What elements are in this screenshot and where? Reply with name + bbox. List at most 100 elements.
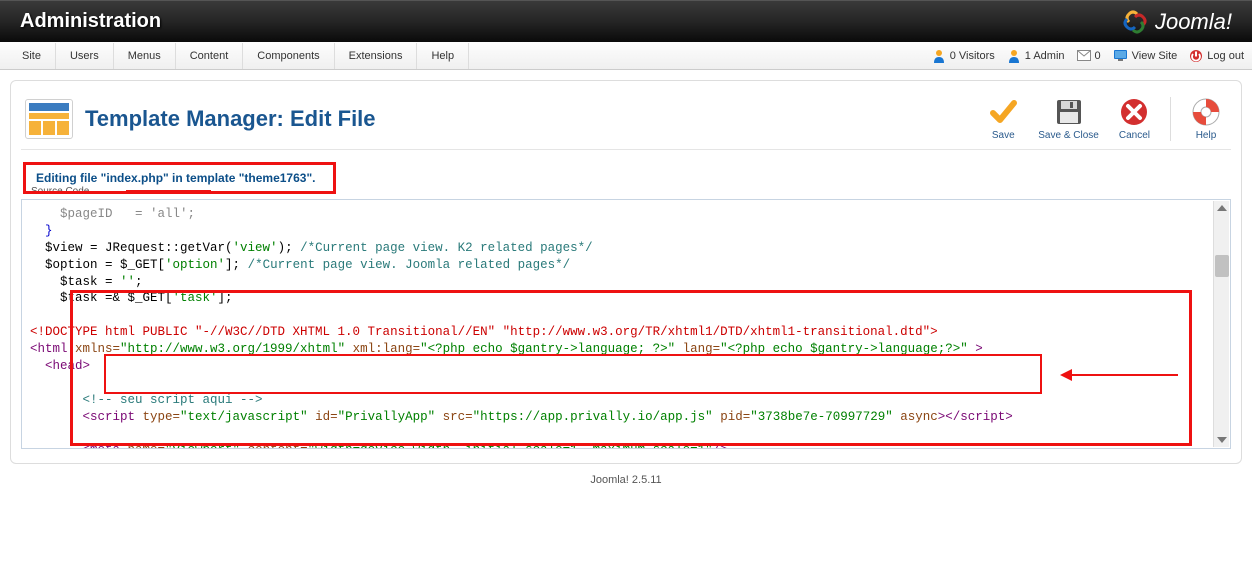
code-tag: ></script> [938, 410, 1013, 424]
footer-version: Joomla! 2.5.11 [0, 474, 1252, 486]
legend-text: Editing file "index.php" in template "th… [36, 171, 315, 185]
code-str: "http://www.w3.org/1999/xhtml" [120, 342, 345, 356]
envelope-icon [1077, 50, 1091, 61]
code-tag: <head> [30, 359, 90, 373]
code-tag: > [968, 342, 983, 356]
code-attr: pid= [713, 410, 751, 424]
save-label: Save [992, 130, 1015, 141]
code-attr: lang= [675, 342, 720, 356]
cancel-label: Cancel [1119, 130, 1150, 141]
code-cmt: <!-- seu script aqui --> [30, 393, 263, 407]
scroll-down-icon[interactable] [1217, 437, 1227, 443]
code-attr: xmlns= [75, 342, 120, 356]
code-line: $view = JRequest::getVar( [30, 241, 233, 255]
scroll-up-icon[interactable] [1217, 205, 1227, 211]
lifebuoy-icon [1191, 97, 1221, 127]
scrollbar[interactable] [1213, 201, 1229, 447]
code-str: "width=device-width, initial-scale=1, ma… [308, 443, 713, 449]
code-seg: ); [278, 241, 301, 255]
monitor-icon [1113, 49, 1128, 62]
help-button[interactable]: Help [1191, 97, 1221, 141]
code-cmt: /*Current page view. K2 related pages*/ [300, 241, 593, 255]
banner-title: Administration [20, 10, 161, 33]
save-close-button[interactable]: Save & Close [1038, 97, 1099, 141]
code-line: } [30, 224, 53, 238]
code-str: '' [120, 275, 135, 289]
code-str: "<?php echo $gantry->language; ?>" [420, 342, 675, 356]
menu-content[interactable]: Content [176, 43, 244, 69]
code-seg: ; [135, 275, 143, 289]
help-label: Help [1196, 130, 1217, 141]
header-row: Template Manager: Edit File Save Save & … [21, 91, 1231, 150]
code-attr: id= [308, 410, 338, 424]
code-attr: xml:lang= [345, 342, 420, 356]
check-icon [988, 97, 1018, 127]
code-doctype: "-//W3C//DTD XHTML 1.0 Transitional//EN"… [195, 325, 930, 339]
toolbar: Save Save & Close Cancel Help [988, 97, 1227, 141]
status-visitors-text: 0 Visitors [950, 50, 995, 62]
code-line: $task = [30, 275, 120, 289]
code-attr: type= [143, 410, 181, 424]
joomla-brand: Joomla! [1121, 9, 1232, 35]
code-str: "text/javascript" [180, 410, 308, 424]
source-code-editor[interactable]: $pageID = 'all'; } $view = JRequest::get… [21, 199, 1231, 449]
legend-highlight: Editing file "index.php" in template "th… [23, 162, 336, 194]
menubar: Site Users Menus Content Components Exte… [0, 42, 1252, 70]
user-icon [1007, 49, 1021, 63]
code-cmt: /*Current page view. Joomla related page… [248, 258, 571, 272]
code-seg: ]; [218, 291, 233, 305]
code-line: $option = $_GET[ [30, 258, 165, 272]
menu-components[interactable]: Components [243, 43, 334, 69]
menu-users[interactable]: Users [56, 43, 114, 69]
status-admin[interactable]: 1 Admin [1007, 49, 1065, 63]
disk-icon [1054, 97, 1084, 127]
status-view-site[interactable]: View Site [1113, 49, 1178, 62]
code-tag: <script [30, 410, 143, 424]
status-visitors[interactable]: 0 Visitors [932, 49, 995, 63]
code-attr: name= [128, 443, 166, 449]
code-str: "viewport" [165, 443, 240, 449]
page-title: Template Manager: Edit File [85, 106, 376, 132]
code-attr: src= [435, 410, 473, 424]
code-str: "PrivallyApp" [338, 410, 436, 424]
save-close-label: Save & Close [1038, 130, 1099, 141]
content-panel: Template Manager: Edit File Save Save & … [10, 80, 1242, 464]
underline-annotation [126, 190, 211, 193]
status-view-site-text: View Site [1132, 50, 1178, 62]
admin-banner: Administration Joomla! [0, 0, 1252, 42]
joomla-logo-icon [1121, 9, 1149, 35]
code-line: $task =& $_GET[ [30, 291, 173, 305]
brand-text: Joomla! [1155, 9, 1232, 35]
menu-extensions[interactable]: Extensions [335, 43, 418, 69]
status-logout-text: Log out [1207, 50, 1244, 62]
template-icon [25, 99, 73, 139]
status-logout[interactable]: Log out [1189, 49, 1244, 63]
menu-menus[interactable]: Menus [114, 43, 176, 69]
cancel-icon [1119, 97, 1149, 127]
code-str: 'option' [165, 258, 225, 272]
scroll-thumb[interactable] [1215, 255, 1229, 277]
header-left: Template Manager: Edit File [25, 99, 376, 139]
status-messages-text: 0 [1095, 50, 1101, 62]
annotation-inner-box [104, 354, 1042, 394]
code-tag: /> [713, 443, 728, 449]
user-icon [932, 49, 946, 63]
code-doctype: > [930, 325, 938, 339]
status-messages[interactable]: 0 [1077, 50, 1101, 62]
separator [1170, 97, 1171, 141]
logout-icon [1189, 49, 1203, 63]
menu-help[interactable]: Help [417, 43, 469, 69]
annotation-arrow-line [1068, 374, 1178, 376]
cancel-button[interactable]: Cancel [1119, 97, 1150, 141]
menu-site[interactable]: Site [8, 43, 56, 69]
code-attr: async [893, 410, 938, 424]
menu-list: Site Users Menus Content Components Exte… [8, 43, 469, 69]
status-admin-text: 1 Admin [1025, 50, 1065, 62]
code-attr: content= [240, 443, 308, 449]
annotation-arrow-head-icon [1060, 369, 1072, 381]
code-str: "https://app.privally.io/app.js" [473, 410, 713, 424]
code-doctype: <!DOCTYPE html PUBLIC [30, 325, 195, 339]
code-str: "3738be7e-70997729" [750, 410, 893, 424]
save-button[interactable]: Save [988, 97, 1018, 141]
status-bar: 0 Visitors 1 Admin 0 View Site Log out [932, 49, 1244, 63]
